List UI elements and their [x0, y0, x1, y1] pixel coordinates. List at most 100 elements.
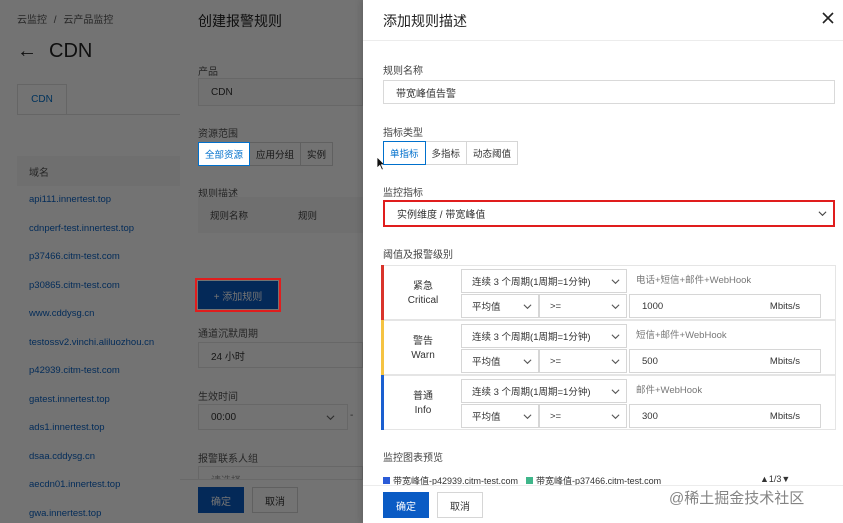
- domain-list: api111.innertest.top cdnperf-test.innert…: [29, 194, 154, 523]
- level-color-bar: [381, 375, 384, 430]
- drawer-title: 添加规则描述: [383, 13, 467, 29]
- threshold-input[interactable]: 300 Mbits/s: [629, 404, 821, 428]
- chevron-down-icon: [818, 211, 827, 217]
- notify-channels: 电话+短信+邮件+WebHook: [636, 275, 752, 286]
- domain-link[interactable]: testossv2.vinchi.aliluozhou.cn: [29, 337, 154, 366]
- aggregation-select[interactable]: 平均值: [461, 294, 539, 318]
- create-alarm-rule-panel: 创建报警规则 产品 CDN 资源范围 全部资源 应用分组 实例 规则描述 规则名…: [180, 0, 363, 523]
- effective-start-value: 00:00: [211, 411, 237, 423]
- rule-table-header: 规则名称 规则: [198, 197, 363, 233]
- chart-preview-label: 监控图表预览: [383, 453, 443, 464]
- threshold-label: 阈值及报警级别: [383, 250, 453, 261]
- period-select[interactable]: 连续 3 个周期(1周期=1分钟): [461, 269, 627, 293]
- threshold-unit: Mbits/s: [769, 410, 800, 422]
- level-warn: 警告 Warn 连续 3 个周期(1周期=1分钟) 短信+邮件+WebHook …: [381, 320, 836, 375]
- level-name-cn: 紧急: [413, 280, 433, 292]
- level-critical: 紧急 Critical 连续 3 个周期(1周期=1分钟) 电话+短信+邮件+W…: [381, 265, 836, 320]
- domain-link[interactable]: p37466.citm-test.com: [29, 251, 154, 280]
- scope-label: 资源范围: [198, 129, 238, 140]
- drawer-cancel-button[interactable]: 取消: [437, 492, 483, 518]
- monitor-metric-select[interactable]: 实例维度 / 带宽峰值: [383, 200, 835, 227]
- level-color-bar: [381, 320, 384, 375]
- back-arrow-icon[interactable]: ←: [17, 40, 37, 63]
- silence-select[interactable]: 24 小时: [198, 342, 363, 368]
- legend-pager[interactable]: ▲1/3▼: [760, 474, 790, 484]
- operator-value: >=: [550, 355, 562, 367]
- notify-channels: 短信+邮件+WebHook: [636, 330, 727, 341]
- level-name-cn: 普通: [413, 390, 433, 402]
- contacts-label: 报警联系人组: [198, 454, 258, 465]
- domain-link[interactable]: www.cddysg.cn: [29, 308, 154, 337]
- chevron-down-icon: [523, 358, 532, 364]
- effective-time-label: 生效时间: [198, 392, 238, 403]
- add-rule-description-drawer: 添加规则描述 规则名称 带宽峰值告警 指标类型 单指标 多指标 动态阈值 监控指…: [363, 0, 843, 523]
- chevron-down-icon: [611, 303, 620, 309]
- panel-cancel-button[interactable]: 取消: [252, 487, 298, 513]
- operator-select[interactable]: >=: [539, 294, 627, 318]
- level-name: 紧急 Critical: [385, 266, 461, 321]
- period-select[interactable]: 连续 3 个周期(1周期=1分钟): [461, 324, 627, 348]
- period-value: 连续 3 个周期(1周期=1分钟): [472, 277, 591, 288]
- threshold-value: 500: [642, 355, 658, 367]
- threshold-unit: Mbits/s: [769, 300, 800, 312]
- close-icon[interactable]: [820, 10, 836, 26]
- metric-type-single[interactable]: 单指标: [383, 141, 426, 165]
- chevron-down-icon: [611, 278, 620, 284]
- effective-start-select[interactable]: 00:00: [198, 404, 348, 430]
- drawer-divider: [363, 40, 843, 41]
- add-rule-highlight: [195, 278, 281, 312]
- aggregation-value: 平均值: [472, 302, 501, 313]
- threshold-input[interactable]: 500 Mbits/s: [629, 349, 821, 373]
- level-name: 普通 Info: [385, 376, 461, 431]
- operator-select[interactable]: >=: [539, 404, 627, 428]
- domain-link[interactable]: aecdn01.innertest.top: [29, 479, 154, 508]
- domain-link[interactable]: ads1.innertest.top: [29, 422, 154, 451]
- metric-type-dynamic[interactable]: 动态阈值: [466, 141, 519, 165]
- tab-cdn[interactable]: CDN: [17, 84, 67, 114]
- level-name-en: Warn: [411, 349, 435, 361]
- product-select[interactable]: CDN: [198, 78, 363, 106]
- domain-link[interactable]: gwa.innertest.top: [29, 508, 154, 523]
- page-title: CDN: [49, 40, 93, 62]
- threshold-input[interactable]: 1000 Mbits/s: [629, 294, 821, 318]
- aggregation-select[interactable]: 平均值: [461, 404, 539, 428]
- operator-value: >=: [550, 410, 562, 422]
- domain-link[interactable]: p30865.citm-test.com: [29, 280, 154, 309]
- chevron-down-icon: [611, 388, 620, 394]
- column-rule-name: 规则名称: [210, 211, 249, 222]
- breadcrumb-item[interactable]: 云监控: [17, 15, 47, 26]
- domain-link[interactable]: gatest.innertest.top: [29, 394, 154, 423]
- breadcrumb-item[interactable]: 云产品监控: [63, 15, 113, 26]
- metric-type-label: 指标类型: [383, 128, 423, 139]
- drawer-ok-button[interactable]: 确定: [383, 492, 429, 518]
- scope-option-group[interactable]: 应用分组: [249, 142, 302, 166]
- silence-value: 24 小时: [211, 351, 245, 363]
- operator-select[interactable]: >=: [539, 349, 627, 373]
- aggregation-select[interactable]: 平均值: [461, 349, 539, 373]
- scope-option-instance[interactable]: 实例: [300, 142, 334, 166]
- monitor-metric-label: 监控指标: [383, 188, 423, 199]
- scope-option-all[interactable]: 全部资源: [198, 142, 251, 166]
- domain-link[interactable]: cdnperf-test.innertest.top: [29, 223, 154, 252]
- domain-link[interactable]: dsaa.cddysg.cn: [29, 451, 154, 480]
- rule-name-label: 规则名称: [383, 66, 423, 77]
- panel-ok-button[interactable]: 确定: [198, 487, 244, 513]
- level-color-bar: [381, 265, 384, 320]
- chevron-down-icon: [326, 414, 335, 420]
- panel-footer: 确定 取消: [180, 479, 363, 523]
- metric-type-segment: 单指标 多指标 动态阈值: [383, 141, 519, 165]
- watermark: @稀土掘金技术社区: [669, 490, 805, 507]
- domain-link[interactable]: p42939.citm-test.com: [29, 365, 154, 394]
- operator-value: >=: [550, 300, 562, 312]
- chevron-down-icon: [523, 303, 532, 309]
- domain-link[interactable]: api111.innertest.top: [29, 194, 154, 223]
- level-info: 普通 Info 连续 3 个周期(1周期=1分钟) 邮件+WebHook 平均值…: [381, 375, 836, 430]
- rule-name-input[interactable]: 带宽峰值告警: [383, 80, 835, 104]
- period-select[interactable]: 连续 3 个周期(1周期=1分钟): [461, 379, 627, 403]
- breadcrumb-separator: /: [53, 15, 57, 26]
- chevron-down-icon: [611, 413, 620, 419]
- threshold-unit: Mbits/s: [769, 355, 800, 367]
- metric-type-multi[interactable]: 多指标: [424, 141, 468, 165]
- aggregation-value: 平均值: [472, 412, 501, 423]
- notify-channels: 邮件+WebHook: [636, 385, 703, 396]
